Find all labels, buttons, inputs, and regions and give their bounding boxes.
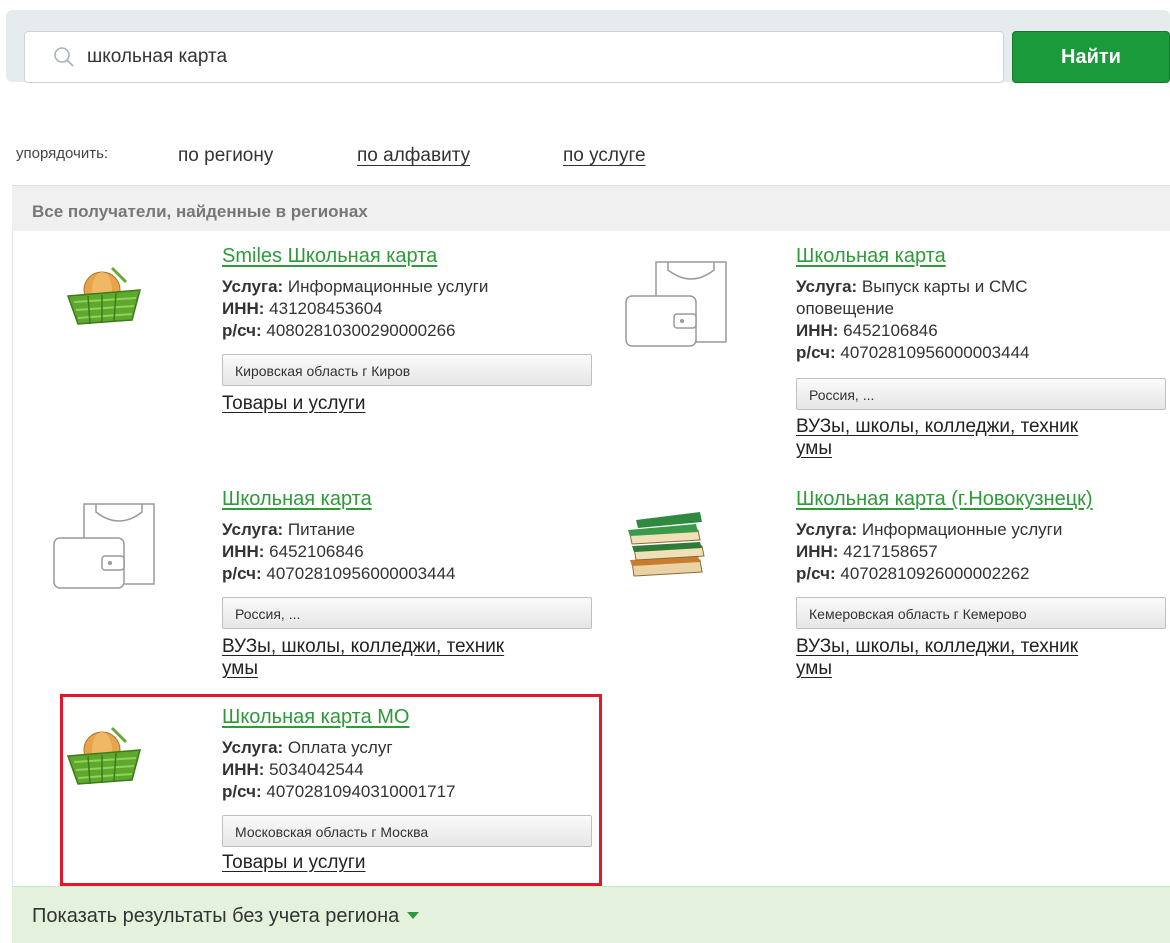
inn-value: 431208453604 <box>269 299 383 318</box>
show-all-regions-bar[interactable]: Показать результаты без учета региона <box>12 886 1170 943</box>
result-inn: ИНН: 6452106846 <box>222 542 364 562</box>
category-line: умы <box>796 658 833 679</box>
wallet-icon[interactable] <box>50 500 158 592</box>
result-inn: ИНН: 4217158657 <box>796 542 938 562</box>
inn-label: ИНН: <box>796 542 839 561</box>
service-value: Информационные услуги <box>287 277 489 296</box>
result-service: Услуга: Информационные услуги <box>796 520 1062 540</box>
inn-value: 6452106846 <box>269 542 364 561</box>
result-service-cont: оповещение <box>796 299 894 318</box>
service-label: Услуга: <box>796 277 858 296</box>
inn-label: ИНН: <box>796 321 839 340</box>
category-link[interactable]: Товары и услуги <box>222 852 365 874</box>
inn-label: ИНН: <box>222 542 265 561</box>
category-link[interactable]: ВУЗы, школы, колледжи, техник умы <box>796 416 1078 460</box>
sort-by-region[interactable]: по региону <box>178 145 273 167</box>
inn-value: 6452106846 <box>843 321 938 340</box>
result-service: Услуга: Оплата услуг <box>222 738 393 758</box>
region-button[interactable]: Кировская область г Киров <box>222 354 592 386</box>
sort-label: упорядочить: <box>16 145 109 162</box>
category-line: умы <box>796 438 833 459</box>
result-service: Услуга: Выпуск карты и СМС <box>796 277 1027 297</box>
category-line: ВУЗы, школы, колледжи, техник <box>796 636 1079 657</box>
account-value: 40702810956000003444 <box>266 564 456 583</box>
category-line: умы <box>222 658 259 679</box>
search-button[interactable]: Найти <box>1012 31 1170 83</box>
result-account: р/сч: 40702810956000003444 <box>222 564 455 584</box>
service-label: Услуга: <box>796 520 858 539</box>
account-label: р/сч: <box>796 564 836 583</box>
service-value: Питание <box>287 520 356 539</box>
results-header: Все получатели, найденные в регионах <box>12 185 1170 231</box>
category-link[interactable]: ВУЗы, школы, колледжи, техник умы <box>222 636 504 680</box>
service-value: Информационные услуги <box>861 520 1063 539</box>
search-input[interactable]: школьная карта <box>24 31 1004 83</box>
account-value: 40702810940310001717 <box>266 782 456 801</box>
account-value: 40702810956000003444 <box>840 343 1030 362</box>
result-title[interactable]: Школьная карта <box>222 488 372 511</box>
service-value: Оплата услуг <box>287 738 393 757</box>
result-service: Услуга: Информационные услуги <box>222 277 488 297</box>
result-inn: ИНН: 5034042544 <box>222 760 364 780</box>
search-icon <box>54 47 74 67</box>
category-link[interactable]: ВУЗы, школы, колледжи, техник умы <box>796 636 1078 680</box>
region-button[interactable]: Россия, ... <box>796 378 1166 410</box>
account-label: р/сч: <box>222 782 262 801</box>
account-value: 40802810300290000266 <box>266 321 456 340</box>
footer-label: Показать результаты без учета региона <box>32 905 400 927</box>
service-label: Услуга: <box>222 738 284 757</box>
result-service: Услуга: Питание <box>222 520 355 540</box>
sort-by-service[interactable]: по услуге <box>563 145 646 167</box>
search-bar: школьная карта Найти <box>6 10 1170 83</box>
inn-label: ИНН: <box>222 299 265 318</box>
category-line: ВУЗы, школы, колледжи, техник <box>222 636 505 657</box>
result-account: р/сч: 40802810300290000266 <box>222 321 455 341</box>
inn-value: 4217158657 <box>843 542 938 561</box>
account-value: 40702810926000002262 <box>840 564 1030 583</box>
wallet-icon[interactable] <box>622 258 730 350</box>
account-label: р/сч: <box>796 343 836 362</box>
result-account: р/сч: 40702810956000003444 <box>796 343 1029 363</box>
result-title[interactable]: Школьная карта (г.Новокузнецк) <box>796 488 1093 511</box>
basket-icon[interactable] <box>64 262 144 332</box>
account-label: р/сч: <box>222 564 262 583</box>
result-account: р/сч: 40702810926000002262 <box>796 564 1029 584</box>
books-icon[interactable] <box>626 508 708 580</box>
results-header-text: Все получатели, найденные в регионах <box>32 202 368 221</box>
account-label: р/сч: <box>222 321 262 340</box>
region-button[interactable]: Россия, ... <box>222 597 592 629</box>
result-inn: ИНН: 431208453604 <box>222 299 383 319</box>
service-value: Выпуск карты и СМС <box>861 277 1028 296</box>
basket-icon[interactable] <box>64 722 144 792</box>
chevron-down-icon <box>407 912 420 919</box>
region-button[interactable]: Кемеровская область г Кемерово <box>796 597 1166 629</box>
inn-label: ИНН: <box>222 760 265 779</box>
service-label: Услуга: <box>222 277 284 296</box>
service-label: Услуга: <box>222 520 284 539</box>
result-title[interactable]: Школьная карта МО <box>222 706 409 729</box>
result-inn: ИНН: 6452106846 <box>796 321 938 341</box>
category-link[interactable]: Товары и услуги <box>222 393 365 415</box>
inn-value: 5034042544 <box>269 760 364 779</box>
region-button[interactable]: Московская область г Москва <box>222 815 592 847</box>
category-line: ВУЗы, школы, колледжи, техник <box>796 416 1079 437</box>
result-title[interactable]: Школьная карта <box>796 245 946 268</box>
search-query: школьная карта <box>87 46 228 67</box>
result-title[interactable]: Smiles Школьная карта <box>222 245 437 268</box>
show-all-regions-link[interactable]: Показать результаты без учета региона <box>32 905 420 928</box>
sort-by-alphabet[interactable]: по алфавиту <box>357 145 470 167</box>
result-account: р/сч: 40702810940310001717 <box>222 782 455 802</box>
